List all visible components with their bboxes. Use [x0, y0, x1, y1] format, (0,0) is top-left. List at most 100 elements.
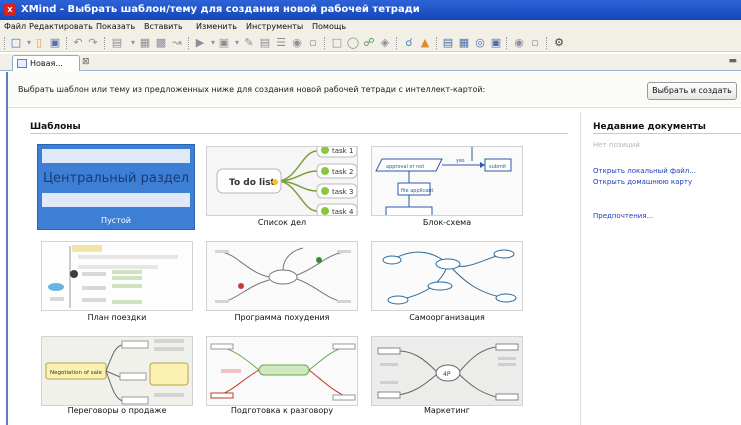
template-label-marketing: Маркетинг: [424, 406, 470, 415]
attachment-icon[interactable]: ◈: [378, 36, 392, 50]
marker-icon[interactable]: ◉: [290, 36, 304, 50]
toolbar-separator: [436, 37, 437, 49]
preview-band: [42, 149, 190, 163]
toolbar-separator: [546, 37, 547, 49]
share-icon[interactable]: ☌: [402, 36, 416, 50]
menu-edit[interactable]: Редактировать: [29, 22, 93, 31]
divider: [30, 133, 568, 134]
template-label-empty: Пустой: [101, 216, 131, 225]
menu-insert[interactable]: Вставить: [144, 22, 183, 31]
flowchart-preview: approval or not yes submit file applican…: [375, 147, 512, 215]
toolbar-separator: [506, 37, 507, 49]
preview-band: [42, 193, 190, 207]
menu-modify[interactable]: Изменить: [196, 22, 237, 31]
toolbar-separator: [66, 37, 67, 49]
marketing-center-text: 4P: [443, 371, 451, 378]
label-icon[interactable]: ▫: [306, 36, 320, 50]
menu-bar: Файл Редактировать Показать Вставить Изм…: [0, 20, 741, 34]
templates-heading: Шаблоны: [30, 122, 81, 132]
open-home-map-link[interactable]: Открыть домашнюю карту: [593, 178, 692, 186]
editor-tab-bar: Новая... ⊠ ▬: [0, 54, 741, 71]
menu-tools[interactable]: Инструменты: [246, 22, 303, 31]
conversation-prep-preview: [210, 343, 356, 401]
template-label-weight-loss: Программа похудения: [234, 313, 330, 322]
template-label-conversation-prep: Подготовка к разговору: [230, 406, 334, 415]
instruction-text: Выбрать шаблон или тему из предложенных …: [18, 85, 486, 94]
presentation-icon[interactable]: ▶: [193, 36, 207, 50]
todo-task-text: task 3: [332, 188, 353, 196]
template-card-weight-loss[interactable]: [206, 241, 358, 311]
central-topic-preview: Центральный раздел: [42, 171, 190, 186]
divider: [580, 112, 581, 425]
sales-center-text: Negotiation of sale: [50, 370, 103, 376]
open-folder-icon[interactable]: ▯: [32, 36, 46, 50]
workbook-icon: [17, 59, 27, 68]
note-icon[interactable]: □: [330, 36, 344, 50]
divider: [593, 133, 741, 134]
trip-preview: [48, 245, 178, 308]
template-card-conversation-prep[interactable]: [206, 336, 358, 406]
floating-topic-icon[interactable]: ▩: [154, 36, 168, 50]
template-card-flowchart[interactable]: approval or not yes submit file applican…: [371, 146, 523, 216]
template-card-self-organization[interactable]: [371, 241, 523, 311]
boundary-icon[interactable]: ▤: [258, 36, 272, 50]
subtopic-icon[interactable]: ▦: [138, 36, 152, 50]
close-icon[interactable]: ⊠: [82, 57, 90, 67]
minimize-icon[interactable]: ▬: [728, 56, 737, 66]
summary-icon[interactable]: ☰: [274, 36, 288, 50]
preferences-link[interactable]: Предпочтения...: [593, 212, 653, 220]
fit-view-icon[interactable]: ◎: [473, 36, 487, 50]
flow-node-text: submit: [489, 164, 506, 170]
menu-file[interactable]: Файл: [4, 22, 26, 31]
open-local-file-link[interactable]: Открыть локальный файл...: [593, 167, 696, 175]
template-label-sales-negotiation: Переговоры о продаже: [67, 406, 167, 415]
outline-view-icon[interactable]: ▦: [457, 36, 471, 50]
todo-center-text: To do list: [229, 178, 276, 188]
upload-icon[interactable]: ▲: [418, 36, 432, 50]
menu-view[interactable]: Показать: [96, 22, 135, 31]
template-card-todo[interactable]: To do list task 1 task 2 task 3 task 4: [206, 146, 358, 216]
topic-icon[interactable]: ▤: [110, 36, 124, 50]
flow-edge-text: yes: [456, 158, 465, 164]
todo-preview: To do list task 1 task 2 task 3 task 4: [216, 147, 357, 216]
editor-tab[interactable]: Новая...: [12, 55, 80, 71]
settings-gear-icon[interactable]: ⚙: [552, 36, 566, 50]
marketing-preview: 4P: [377, 343, 519, 401]
main-toolbar: □ ▾ ▯ ▣ ↶ ↷ ▤ ▾ ▦ ▩ ↝ ▶ ▾ ▣ ▾ ✎ ▤ ☰ ◉ ▫ …: [0, 34, 741, 52]
editor-tab-label: Новая...: [30, 59, 63, 68]
self-organization-preview: [382, 249, 517, 305]
template-label-flowchart: Блок-схема: [422, 218, 472, 227]
redo-icon[interactable]: ↷: [86, 36, 100, 50]
no-recent-items-text: Нет позиций: [593, 141, 640, 149]
todo-task-text: task 2: [332, 168, 353, 176]
template-card-trip[interactable]: [41, 241, 193, 311]
relationship-icon[interactable]: ↝: [170, 36, 184, 50]
todo-task-text: task 1: [332, 147, 353, 155]
weight-loss-preview: [215, 247, 351, 303]
flow-node-text: approval or not: [386, 164, 424, 170]
new-workbook-icon[interactable]: □: [9, 36, 23, 50]
layout-icon[interactable]: ▣: [489, 36, 503, 50]
toolbar-separator: [104, 37, 105, 49]
chart-icon[interactable]: ▫: [528, 36, 542, 50]
menu-help[interactable]: Помощь: [312, 22, 346, 31]
window-title: XMind - Выбрать шаблон/тему для создания…: [21, 4, 420, 15]
pencil-icon[interactable]: ✎: [242, 36, 256, 50]
save-icon[interactable]: ▣: [48, 36, 62, 50]
template-card-sales-negotiation[interactable]: Negotiation of sale: [41, 336, 193, 406]
todo-task-text: task 4: [332, 208, 354, 216]
title-bar: X XMind - Выбрать шаблон/тему для создан…: [0, 0, 741, 20]
xmind-app-icon[interactable]: X: [4, 4, 16, 16]
template-card-marketing[interactable]: 4P: [371, 336, 523, 406]
zoom-icon[interactable]: ◉: [512, 36, 526, 50]
flow-node-text: file applicant: [401, 188, 433, 194]
lightbulb-icon[interactable]: ◯: [346, 36, 360, 50]
template-label-todo: Список дел: [257, 218, 307, 227]
chart-view-icon[interactable]: ▤: [441, 36, 455, 50]
toolbar-separator: [4, 37, 5, 49]
link-icon[interactable]: ☍: [362, 36, 376, 50]
image-icon[interactable]: ▣: [217, 36, 231, 50]
undo-icon[interactable]: ↶: [71, 36, 85, 50]
choose-and-create-button[interactable]: Выбрать и создать: [647, 82, 737, 100]
template-label-trip: План поездки: [87, 313, 147, 322]
